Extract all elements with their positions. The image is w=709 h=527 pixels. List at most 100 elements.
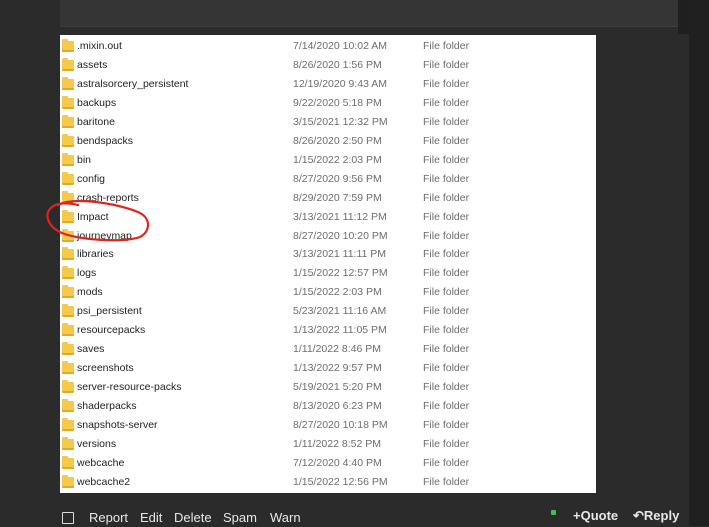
file-type: File folder — [423, 40, 470, 52]
file-type: File folder — [423, 381, 470, 394]
file-row[interactable]: webcache 7/12/2020 4:40 PM File folder — [60, 454, 596, 473]
file-name: snapshots-server — [77, 419, 158, 431]
file-name: astralsorcery_persistent — [77, 77, 189, 90]
folder-icon — [62, 114, 74, 128]
reply-label: Reply — [643, 508, 680, 523]
reply-button[interactable]: ↶Reply — [633, 508, 679, 524]
file-row[interactable]: resourcepacks 1/13/2022 11:05 PM File fold… — [60, 321, 596, 340]
file-name: mods — [77, 286, 103, 299]
file-date-modified: 3/13/2021 11:11 PM — [293, 248, 387, 261]
file-date-modified: 9/22/2020 5:18 PM — [293, 96, 382, 109]
file-date-modified: 12/19/2020 9:43 AM — [293, 77, 387, 90]
delete-link[interactable]: Delete — [174, 510, 212, 525]
file-row[interactable]: psi_persistent 5/23/2021 11:16 AM File fol… — [60, 302, 596, 321]
file-type: File folder — [423, 267, 470, 280]
file-type: File folder — [423, 362, 470, 375]
file-name: shaderpacks — [77, 400, 137, 413]
file-row[interactable]: screenshots 1/13/2022 9:57 PM File folder — [60, 359, 596, 378]
file-name: Impact — [77, 210, 109, 223]
file-date-modified: 7/12/2020 4:40 PM — [293, 456, 382, 469]
file-name: config — [77, 172, 106, 185]
file-name: resourcepacks — [77, 324, 146, 337]
edit-link[interactable]: Edit — [140, 510, 162, 525]
folder-icon — [62, 209, 74, 223]
scrollbar-track[interactable] — [689, 0, 709, 526]
file-type: File folder — [423, 210, 470, 223]
spam-link[interactable]: Spam — [223, 510, 257, 525]
file-name: psi_persistent — [77, 305, 142, 318]
folder-icon — [62, 57, 74, 71]
file-row[interactable]: .mixin.out 7/14/2020 10:02 AM File folder — [60, 37, 596, 56]
folder-icon — [62, 266, 74, 280]
folder-icon — [62, 39, 74, 52]
file-date-modified: 8/26/2020 2:50 PM — [293, 134, 382, 147]
file-row[interactable]: assets 8/26/2020 1:56 PM File folder — [60, 56, 596, 75]
file-row[interactable]: journeymap 8/27/2020 10:20 PM File folder — [60, 227, 596, 246]
file-date-modified: 7/14/2020 10:02 AM — [293, 40, 387, 52]
quote-button[interactable]: +Quote — [573, 508, 618, 523]
file-date-modified: 1/15/2022 12:56 PM — [293, 475, 388, 488]
file-date-modified: 1/11/2022 8:46 PM — [293, 343, 381, 356]
folder-icon — [62, 152, 74, 166]
file-row[interactable]: bendspacks 8/26/2020 2:50 PM File folder — [60, 132, 596, 151]
file-name: baritone — [77, 115, 115, 128]
file-name: webcache2 — [77, 475, 131, 488]
file-type: File folder — [423, 475, 470, 488]
file-explorer-screenshot: .mixin.out 7/14/2020 10:02 AM File folder a… — [60, 35, 596, 493]
file-row[interactable]: astralsorcery_persistent 12/19/2020 9:43 … — [60, 75, 596, 94]
folder-icon — [62, 190, 74, 204]
file-row[interactable]: bin 1/15/2022 2:03 PM File folder — [60, 151, 596, 170]
folder-icon — [62, 171, 74, 185]
file-row[interactable]: webcache2 1/15/2022 12:56 PM File folder — [60, 473, 596, 492]
file-type: File folder — [423, 153, 470, 166]
file-row[interactable]: logs 1/15/2022 12:57 PM File folder — [60, 264, 596, 283]
warn-link[interactable]: Warn — [270, 510, 301, 525]
file-name: server-resource-packs — [77, 381, 182, 394]
file-date-modified: 8/27/2020 10:18 PM — [293, 419, 388, 431]
file-type: File folder — [423, 324, 470, 337]
file-date-modified: 1/15/2022 2:03 PM — [293, 153, 382, 166]
file-row[interactable]: server-resource-packs 5/19/2021 5:20 PM Fi… — [60, 378, 596, 397]
panel-edge — [678, 0, 689, 34]
folder-icon — [62, 247, 74, 261]
folder-icon — [62, 95, 74, 109]
file-row[interactable]: shaderpacks 8/13/2020 6:23 PM File folder — [60, 397, 596, 416]
report-link[interactable]: Report — [89, 510, 128, 525]
file-type: File folder — [423, 77, 470, 90]
folder-icon — [62, 228, 74, 242]
file-type: File folder — [423, 343, 470, 356]
file-name: backups — [77, 96, 117, 109]
file-type: File folder — [423, 456, 470, 469]
file-row[interactable]: snapshots-server 8/27/2020 10:18 PM File f… — [60, 416, 596, 435]
folder-icon — [62, 133, 74, 147]
file-row[interactable]: versions 1/11/2022 8:52 PM File folder — [60, 435, 596, 454]
file-row[interactable]: libraries 3/13/2021 11:11 PM File folder — [60, 245, 596, 264]
file-name: webcache — [77, 456, 125, 469]
file-row[interactable]: config 8/27/2020 9:56 PM File folder — [60, 170, 596, 189]
file-name: bendspacks — [77, 134, 134, 147]
file-date-modified: 1/11/2022 8:52 PM — [293, 437, 381, 450]
file-type: File folder — [423, 191, 470, 204]
file-row[interactable]: saves 1/11/2022 8:46 PM File folder — [60, 340, 596, 359]
folder-icon — [62, 323, 74, 337]
file-type: File folder — [423, 248, 470, 261]
file-date-modified: 1/13/2022 9:57 PM — [293, 362, 382, 375]
file-name: libraries — [77, 248, 114, 261]
file-date-modified: 3/15/2021 12:32 PM — [293, 115, 388, 128]
file-row[interactable]: backups 9/22/2020 5:18 PM File folder — [60, 94, 596, 113]
file-name: crash-reports — [77, 191, 139, 204]
file-type: File folder — [423, 134, 470, 147]
file-row[interactable]: mods 1/15/2022 2:03 PM File folder — [60, 283, 596, 302]
select-post-checkbox[interactable] — [62, 512, 74, 524]
file-row[interactable]: Impact 3/13/2021 11:12 PM File folder — [60, 208, 596, 227]
file-row[interactable]: crash-reports 8/29/2020 7:59 PM File folde… — [60, 189, 596, 208]
folder-icon — [62, 455, 74, 469]
file-date-modified: 5/23/2021 11:16 AM — [293, 305, 387, 318]
file-type: File folder — [423, 96, 470, 109]
folder-icon — [62, 361, 74, 375]
file-type: File folder — [423, 172, 470, 185]
folder-icon — [62, 436, 74, 450]
file-date-modified: 3/13/2021 11:12 PM — [293, 210, 387, 223]
file-row[interactable]: baritone 3/15/2021 12:32 PM File folder — [60, 113, 596, 132]
file-type: File folder — [423, 286, 470, 299]
